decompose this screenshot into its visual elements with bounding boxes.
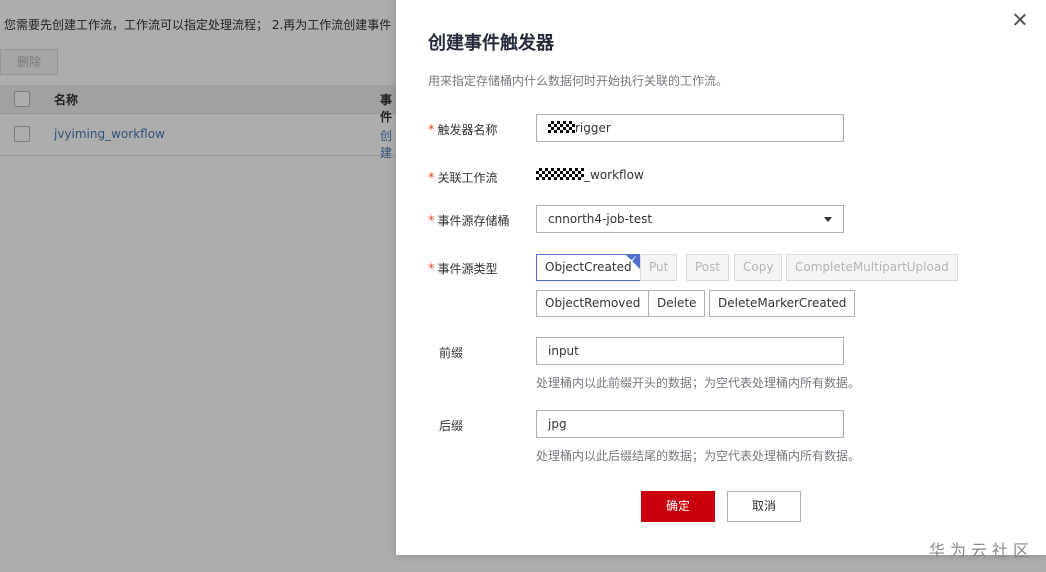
trigger-name-label: * 触发器名称 (428, 123, 498, 138)
required-mark: * (428, 262, 435, 277)
event-option-deletemarkercreated[interactable]: DeleteMarkerCreated (709, 290, 856, 317)
confirm-button[interactable]: 确定 (641, 491, 715, 522)
event-option-put[interactable]: Put (640, 254, 678, 281)
event-option-copy[interactable]: Copy (734, 254, 783, 281)
redacted-mask (548, 121, 575, 133)
required-mark: * (428, 171, 435, 186)
bucket-label: * 事件源存储桶 (428, 214, 510, 229)
event-option-post[interactable]: Post (686, 254, 730, 281)
bucket-select[interactable]: cnnorth4-job-test (536, 205, 844, 233)
event-type-label: * 事件源类型 (428, 262, 498, 277)
suffix-label: 后缀 (439, 419, 464, 433)
dialog-description: 用来指定存储桶内什么数据何时开始执行关联的工作流。 (428, 74, 729, 88)
trigger-name-value: rigger (575, 121, 611, 135)
watermark: 华为云社区 (928, 541, 1034, 560)
prefix-label: 前缀 (439, 346, 464, 360)
prefix-hint: 处理桶内以此前缀开头的数据；为空代表处理桶内所有数据。 (536, 376, 861, 390)
event-option-objectremoved[interactable]: ObjectRemoved (536, 290, 650, 317)
dialog-title: 创建事件触发器 (428, 33, 554, 54)
cancel-button[interactable]: 取消 (727, 491, 801, 522)
event-option-objectcreated[interactable]: ObjectCreated ✓ (536, 254, 641, 281)
check-icon: ✓ (630, 255, 638, 265)
redacted-mask (536, 168, 584, 180)
trigger-name-input[interactable]: rigger (536, 114, 844, 142)
suffix-hint: 处理桶内以此后缀结尾的数据；为空代表处理桶内所有数据。 (536, 449, 861, 463)
required-mark: * (428, 123, 435, 138)
workflow-value: _workflow (536, 168, 644, 182)
bucket-select-value: cnnorth4-job-test (548, 212, 653, 226)
create-trigger-dialog: 创建事件触发器 用来指定存储桶内什么数据何时开始执行关联的工作流。 * 触发器名称… (396, 0, 1046, 555)
caret-down-icon (824, 217, 832, 222)
event-option-delete[interactable]: Delete (648, 290, 706, 317)
suffix-input[interactable]: jpg (536, 410, 844, 438)
workflow-label: * 关联工作流 (428, 171, 498, 186)
close-icon[interactable] (1010, 10, 1030, 30)
event-option-completemultipartupload[interactable]: CompleteMultipartUpload (786, 254, 958, 281)
prefix-input[interactable]: input (536, 337, 844, 365)
required-mark: * (428, 214, 435, 229)
